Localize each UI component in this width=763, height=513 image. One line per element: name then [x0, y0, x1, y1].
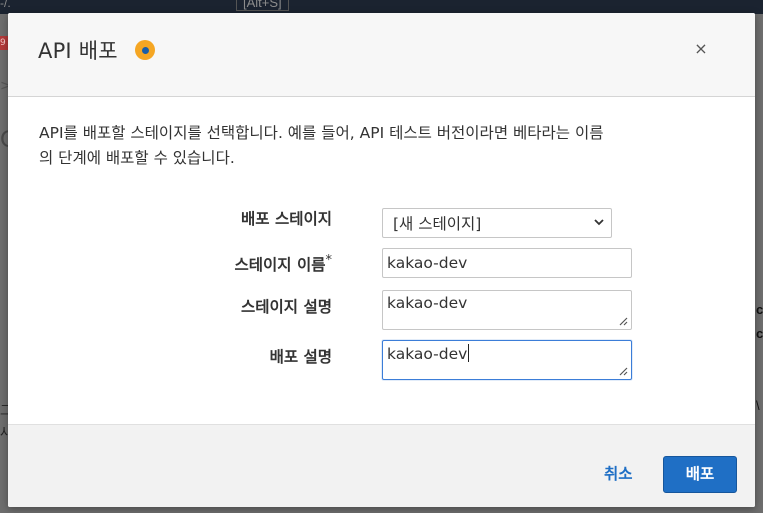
dialog-description: API를 배포할 스테이지를 선택합니다. 예를 들어, API 테스트 버전이… — [39, 121, 729, 171]
stage-name-label: 스테이지 이름* — [132, 253, 332, 275]
background-badge: 9 — [0, 36, 8, 50]
deploy-api-dialog: API 배포 × API를 배포할 스테이지를 선택합니다. 예를 들어, AP… — [8, 13, 755, 507]
stage-name-input[interactable]: kakao-dev — [382, 248, 632, 278]
description-line: 의 단계에 배포할 수 있습니다. — [39, 149, 235, 167]
stage-name-label-text: 스테이지 이름 — [234, 256, 326, 274]
deployment-description-label: 배포 설명 — [269, 348, 332, 366]
dialog-footer: 취소 배포 — [8, 424, 755, 507]
close-button[interactable]: × — [693, 41, 709, 57]
deploy-stage-select[interactable]: [새 스테이지] — [382, 208, 612, 238]
resize-grip-icon[interactable] — [619, 317, 628, 326]
required-marker: * — [325, 253, 333, 268]
stage-description-label: 스테이지 설명 — [241, 298, 332, 316]
background-top-bar: -/. [Alt+S] — [0, 0, 763, 14]
cancel-button[interactable]: 취소 — [604, 462, 633, 484]
description-line: API를 배포할 스테이지를 선택합니다. 예를 들어, API 테스트 버전이… — [39, 124, 604, 142]
stage-name-value: kakao-dev — [387, 254, 468, 272]
deployment-description-textarea[interactable]: kakao-dev — [382, 340, 632, 380]
chevron-down-icon — [594, 219, 604, 226]
background-right-fragment: \ — [756, 398, 760, 413]
background-right-fragment: c — [756, 326, 763, 341]
background-shortcut: [Alt+S] — [236, 0, 289, 11]
dialog-header: API 배포 × — [8, 13, 755, 97]
text-caret — [468, 344, 470, 362]
dialog-title: API 배포 — [38, 39, 118, 63]
info-icon[interactable] — [135, 40, 155, 60]
deploy-button[interactable]: 배포 — [663, 456, 737, 493]
resize-grip-icon[interactable] — [619, 367, 628, 376]
background-right-fragment: c — [756, 302, 763, 317]
stage-description-value: kakao-dev — [387, 294, 468, 312]
background-shortcut-left: -/. — [0, 0, 11, 10]
deploy-stage-value: [새 스테이지] — [393, 215, 482, 233]
deploy-stage-label: 배포 스테이지 — [241, 210, 332, 228]
stage-description-textarea[interactable]: kakao-dev — [382, 290, 632, 330]
deployment-description-value: kakao-dev — [387, 345, 468, 363]
